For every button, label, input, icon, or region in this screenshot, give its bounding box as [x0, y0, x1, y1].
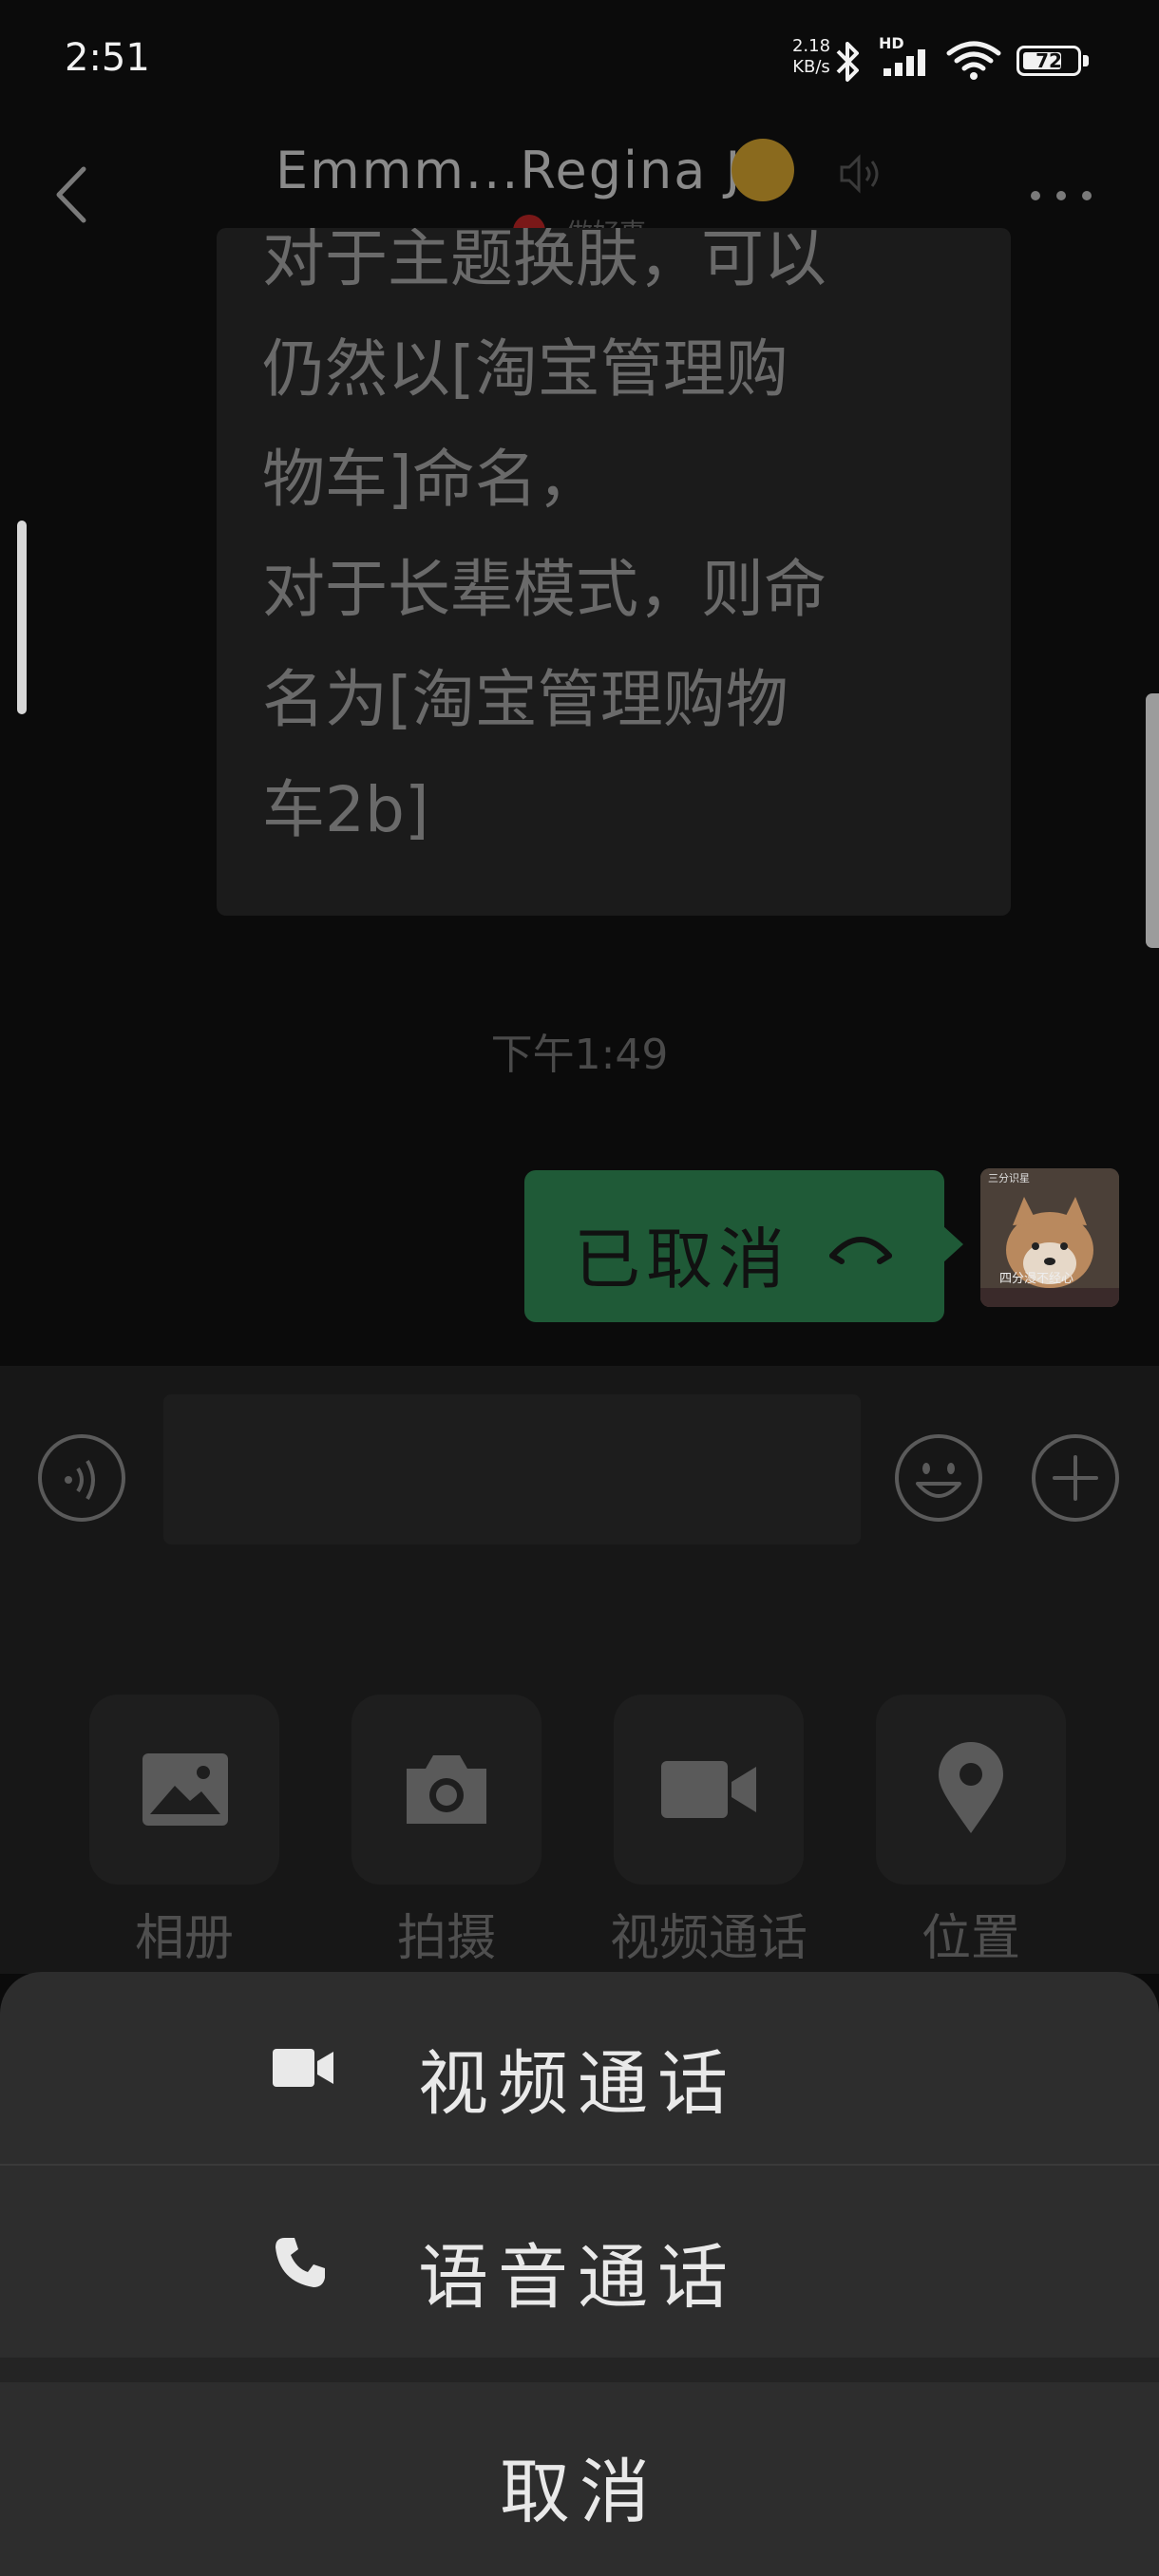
status-bar: 2:51 2.18 KB/s HD 72: [0, 0, 1159, 123]
more-dots-icon[interactable]: [1028, 186, 1094, 205]
video-call-label: 视频通话: [418, 2043, 737, 2125]
voice-toggle-icon[interactable]: [36, 1432, 127, 1524]
speaker-icon[interactable]: [836, 150, 884, 198]
phone-icon: [276, 2238, 325, 2287]
incoming-message-bubble[interactable]: 对于主题换肤，可以 仍然以[淘宝管理购 物车]命名， 对于长辈模式，则命 名为[…: [217, 228, 1011, 916]
voice-call-label: 语音通话: [418, 2237, 737, 2319]
cancelled-call-icon: [829, 1237, 892, 1264]
tool-location[interactable]: [876, 1695, 1066, 1885]
tool-label-camera: 拍摄: [396, 1910, 496, 1967]
wifi-icon: [946, 41, 1001, 80]
sheet-gap: [0, 2358, 1159, 2382]
camera-icon: [407, 1755, 486, 1824]
bluetooth-icon: [836, 42, 859, 82]
tool-label-location: 位置: [921, 1910, 1020, 1967]
chevron-left-icon[interactable]: [48, 161, 95, 228]
video-call-option[interactable]: 视频通话: [0, 1972, 1159, 2164]
tool-label-video-call: 视频通话: [609, 1910, 808, 1967]
message-input[interactable]: [163, 1394, 861, 1544]
location-icon: [939, 1742, 1003, 1833]
battery-tip: [1083, 55, 1089, 66]
avatar-caption-bottom: 四分漫不经心: [999, 1272, 1074, 1286]
left-edge-indicator: [17, 521, 27, 714]
tool-label-album: 相册: [134, 1910, 234, 1967]
cancel-label: 取消: [500, 2452, 659, 2533]
battery-indicator: 72: [1016, 46, 1081, 76]
voice-call-option[interactable]: 语音通话: [0, 2166, 1159, 2358]
tool-camera[interactable]: [352, 1695, 542, 1885]
scrollbar-thumb[interactable]: [1146, 693, 1159, 948]
tool-video-call[interactable]: [614, 1695, 804, 1885]
plus-icon[interactable]: [1030, 1432, 1121, 1524]
cancel-button[interactable]: 取消: [0, 2382, 1159, 2576]
tool-photo-album[interactable]: [89, 1695, 279, 1885]
avatar[interactable]: 三分识星 四分漫不经心: [980, 1168, 1119, 1307]
emoji-icon[interactable]: [893, 1432, 984, 1524]
avatar-caption-top: 三分识星: [988, 1172, 1030, 1184]
video-call-icon: [661, 1761, 756, 1818]
incoming-message-text: 对于主题换肤，可以 仍然以[淘宝管理购 物车]命名， 对于长辈模式，则命 名为[…: [262, 228, 826, 846]
message-timestamp: 下午1:49: [490, 1031, 669, 1079]
outgoing-message-bubble[interactable]: 已取消: [524, 1170, 944, 1322]
video-camera-icon: [273, 2049, 333, 2087]
raised-eyebrow-emoji-icon: [732, 139, 794, 201]
outgoing-message-text: 已取消: [574, 1221, 790, 1298]
photo-album-icon: [142, 1753, 228, 1826]
outgoing-bubble-tail: [942, 1225, 963, 1263]
call-action-sheet: 视频通话 语音通话 取消: [0, 1972, 1159, 2576]
shiba-dog-avatar-image: 三分识星 四分漫不经心: [980, 1168, 1119, 1307]
chat-title[interactable]: Emmm...Regina J: [276, 141, 742, 200]
battery-level: 72: [1036, 49, 1062, 72]
signal-icon: [884, 49, 925, 76]
status-time: 2:51: [65, 36, 150, 80]
